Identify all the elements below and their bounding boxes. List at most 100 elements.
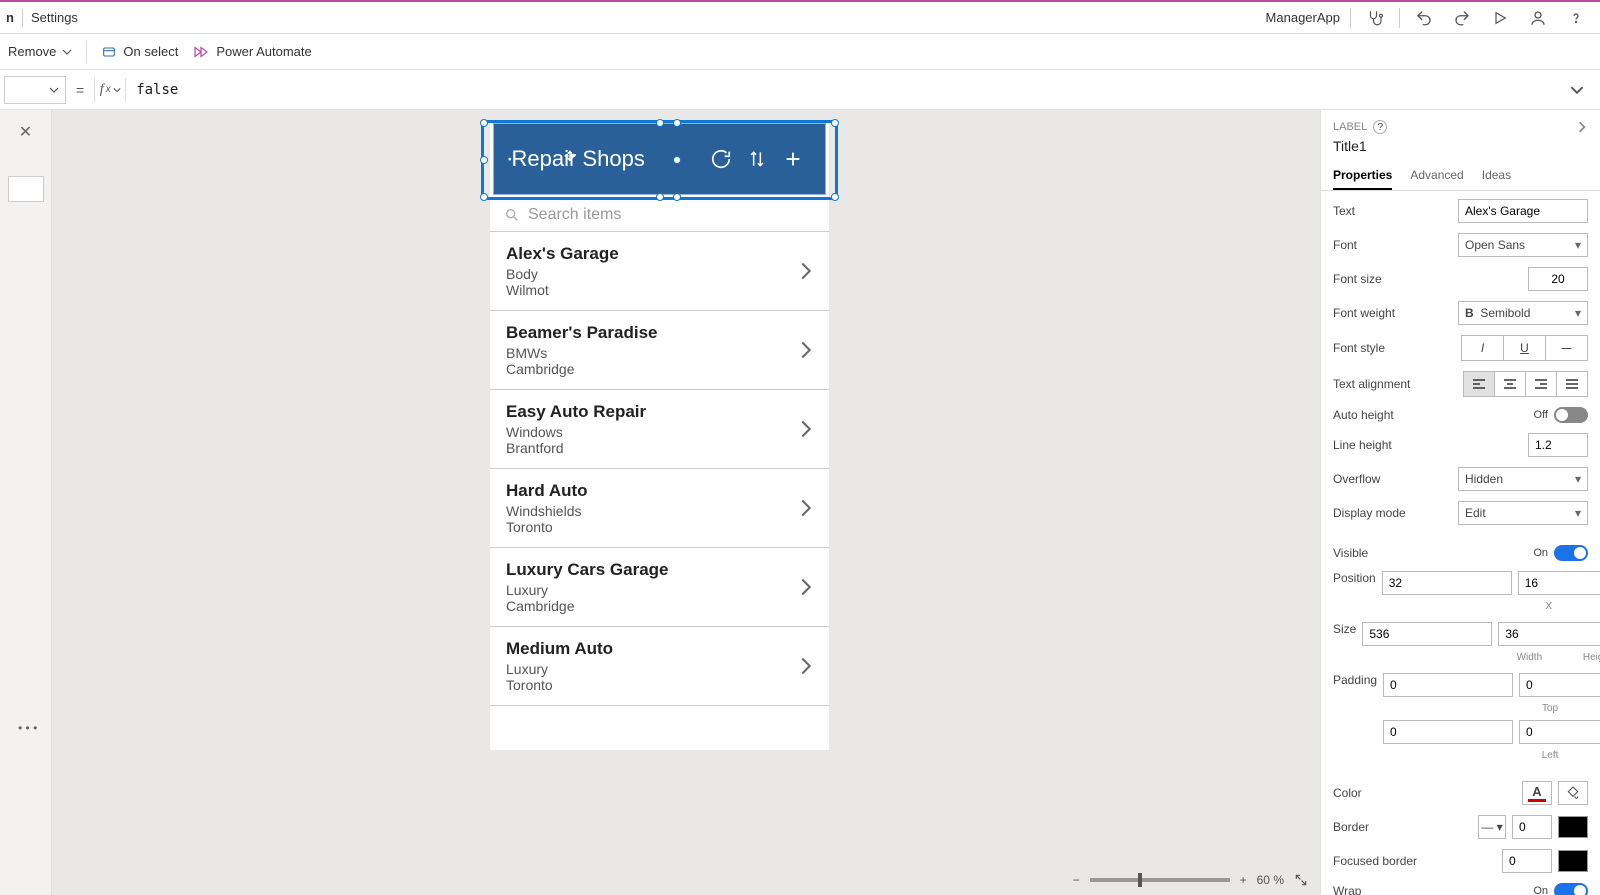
underline-button[interactable]: U: [1503, 335, 1546, 361]
zoom-bar: − + 60 %: [1073, 873, 1308, 887]
label-color: Color: [1333, 786, 1516, 800]
collapse-panel-icon[interactable]: [1576, 121, 1588, 133]
input-pad-top[interactable]: [1383, 673, 1513, 697]
remove-button[interactable]: Remove: [8, 44, 72, 59]
toggle-visible[interactable]: [1554, 545, 1588, 561]
focusborder-color-swatch[interactable]: [1558, 850, 1588, 872]
list-item[interactable]: Medium Auto Luxury Toronto: [490, 627, 829, 706]
select-overflow[interactable]: Hidden▾: [1458, 467, 1588, 491]
label-position: Position: [1333, 571, 1376, 585]
list-item[interactable]: Luxury Cars Garage Luxury Cambridge: [490, 548, 829, 627]
tab-properties[interactable]: Properties: [1333, 162, 1392, 190]
toggle-wrap[interactable]: [1554, 883, 1588, 895]
select-font[interactable]: Open Sans▾: [1458, 233, 1588, 257]
item-sub2: Toronto: [506, 519, 799, 535]
tree-search-input[interactable]: [8, 176, 44, 202]
menu-stub: n: [6, 10, 14, 25]
search-icon: [504, 207, 520, 223]
more-icon[interactable]: • • •: [18, 721, 37, 735]
refresh-icon[interactable]: [703, 148, 739, 170]
item-name: Medium Auto: [506, 639, 799, 659]
border-style-dropdown[interactable]: — ▾: [1478, 815, 1506, 839]
label-border: Border: [1333, 820, 1472, 834]
input-pad-bottom[interactable]: [1519, 673, 1600, 697]
ribbon: Remove On select Power Automate: [0, 34, 1600, 70]
property-dropdown[interactable]: [4, 76, 66, 104]
input-size-w[interactable]: [1362, 622, 1492, 646]
toggle-autoheight[interactable]: [1554, 407, 1588, 423]
input-border-width[interactable]: [1512, 815, 1552, 839]
zoom-out-icon[interactable]: −: [1073, 873, 1080, 887]
chevron-right-icon: [799, 419, 813, 439]
formula-input[interactable]: false: [126, 82, 1570, 98]
input-text[interactable]: [1458, 199, 1588, 223]
list-item[interactable]: Easy Auto Repair Windows Brantford: [490, 390, 829, 469]
control-name: Title1: [1321, 138, 1600, 162]
undo-icon[interactable]: [1410, 4, 1438, 32]
stethoscope-icon[interactable]: [1361, 4, 1389, 32]
sort-icon[interactable]: [739, 149, 775, 169]
align-right-button[interactable]: [1525, 371, 1557, 397]
input-focusborder[interactable]: [1502, 849, 1552, 873]
input-size-h[interactable]: [1498, 622, 1600, 646]
strike-button[interactable]: [1545, 335, 1588, 361]
canvas-area[interactable]: •Repair Shops ✥ Search items: [52, 110, 1320, 895]
input-pos-x[interactable]: [1382, 571, 1512, 595]
font-color-button[interactable]: A: [1522, 781, 1552, 805]
item-sub2: Brantford: [506, 440, 799, 456]
powerautomate-button[interactable]: Power Automate: [192, 43, 311, 61]
tab-ideas[interactable]: Ideas: [1482, 162, 1511, 190]
play-icon[interactable]: [1486, 4, 1514, 32]
label-displaymode: Display mode: [1333, 506, 1452, 520]
onselect-button[interactable]: On select: [101, 44, 178, 60]
input-lineheight[interactable]: [1528, 433, 1588, 457]
label-font: Font: [1333, 238, 1452, 252]
settings-menu[interactable]: Settings: [31, 10, 78, 25]
select-fontweight[interactable]: B Semibold▾: [1458, 301, 1588, 325]
info-icon[interactable]: ?: [1373, 120, 1387, 134]
label-size-w: Width: [1498, 652, 1560, 663]
chevron-right-icon: [799, 340, 813, 360]
label-padding: Padding: [1333, 673, 1377, 687]
item-sub1: Luxury: [506, 661, 799, 677]
app-header[interactable]: •Repair Shops ✥: [493, 123, 826, 195]
input-fontsize[interactable]: [1528, 267, 1588, 291]
close-icon[interactable]: ✕: [19, 122, 32, 142]
align-justify-button[interactable]: [1556, 371, 1588, 397]
user-icon[interactable]: [1524, 4, 1552, 32]
zoom-in-icon[interactable]: +: [1240, 873, 1247, 887]
label-autoheight: Auto height: [1333, 408, 1528, 422]
move-cursor-icon: ✥: [564, 148, 576, 165]
fill-color-button[interactable]: [1558, 781, 1588, 805]
input-pad-right[interactable]: [1519, 720, 1600, 744]
align-left-button[interactable]: [1463, 371, 1495, 397]
label-align: Text alignment: [1333, 377, 1457, 391]
list-item[interactable]: Alex's Garage Body Wilmot: [490, 232, 829, 311]
list-item[interactable]: Hard Auto Windshields Toronto: [490, 469, 829, 548]
wrap-state: On: [1533, 885, 1548, 895]
item-sub2: Wilmot: [506, 282, 799, 298]
left-rail: ✕ • • •: [0, 110, 52, 895]
align-center-button[interactable]: [1494, 371, 1526, 397]
border-color-swatch[interactable]: [1558, 816, 1588, 838]
app-search-row[interactable]: Search items: [490, 198, 829, 232]
expand-formula-icon[interactable]: [1570, 83, 1600, 97]
fx-icon[interactable]: fx: [95, 82, 125, 98]
fullscreen-icon[interactable]: [1294, 873, 1308, 887]
redo-icon[interactable]: [1448, 4, 1476, 32]
item-sub1: Body: [506, 266, 799, 282]
input-pad-left[interactable]: [1383, 720, 1513, 744]
zoom-slider[interactable]: [1090, 878, 1230, 882]
italic-button[interactable]: I: [1461, 335, 1504, 361]
item-sub2: Cambridge: [506, 361, 799, 377]
select-displaymode[interactable]: Edit▾: [1458, 501, 1588, 525]
add-icon[interactable]: [775, 148, 811, 170]
help-icon[interactable]: [1562, 4, 1590, 32]
autoheight-state: Off: [1534, 409, 1548, 421]
input-pos-y[interactable]: [1518, 571, 1600, 595]
properties-panel: LABEL ? Title1 Properties Advanced Ideas…: [1320, 110, 1600, 895]
tab-advanced[interactable]: Advanced: [1410, 162, 1463, 190]
phone-preview: •Repair Shops ✥ Search items: [490, 120, 829, 750]
label-pad-bottom: Bottom: [1587, 703, 1600, 714]
list-item[interactable]: Beamer's Paradise BMWs Cambridge: [490, 311, 829, 390]
